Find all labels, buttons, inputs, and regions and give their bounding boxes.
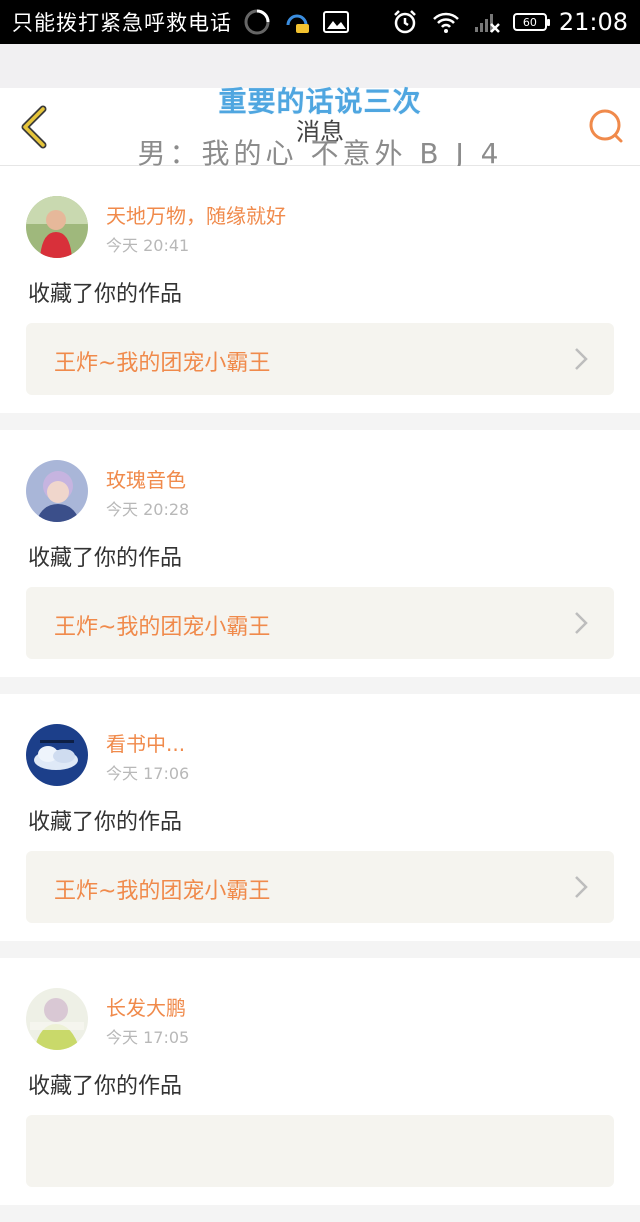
notification-app-icon: [282, 7, 312, 37]
username[interactable]: 玫瑰音色: [106, 464, 186, 493]
status-bar: 只能拨打紧急呼救电话 60 21:08: [0, 0, 640, 44]
work-title: 王炸~我的团宠小霸王: [54, 615, 271, 640]
work-link[interactable]: 王炸~我的团宠小霸王: [26, 323, 614, 395]
alarm-icon: [391, 8, 419, 36]
message-card: 长发大鹏 今天 17:05 收藏了你的作品: [0, 958, 640, 1205]
image-icon: [322, 9, 350, 35]
carrier-text: 只能拨打紧急呼救电话: [12, 11, 232, 35]
action-text: 收藏了你的作品: [28, 1074, 183, 1099]
avatar[interactable]: [26, 460, 88, 522]
timestamp: 今天 17:06: [106, 764, 190, 783]
work-link[interactable]: 王炸~我的团宠小霸王: [26, 851, 614, 923]
clock: 21:08: [558, 8, 628, 36]
message-card: 天地万物，随缘就好 今天 20:41 收藏了你的作品 王炸~我的团宠小霸王: [0, 166, 640, 413]
overlay-caption-line1: 重要的话说三次: [218, 85, 422, 118]
battery-icon: 60: [512, 13, 550, 31]
avatar[interactable]: [26, 988, 88, 1050]
wifi-icon: [431, 10, 461, 34]
avatar[interactable]: [26, 724, 88, 786]
action-text: 收藏了你的作品: [28, 810, 183, 835]
chevron-right-icon: [575, 876, 588, 898]
message-list: 天地万物，随缘就好 今天 20:41 收藏了你的作品 王炸~我的团宠小霸王 玫瑰…: [0, 166, 640, 1222]
chevron-right-icon: [575, 348, 588, 370]
timestamp: 今天 20:28: [106, 500, 190, 519]
action-text: 收藏了你的作品: [28, 546, 183, 571]
action-text: 收藏了你的作品: [28, 282, 183, 307]
username[interactable]: 长发大鹏: [106, 992, 186, 1021]
message-card: 看书中... 今天 17:06 收藏了你的作品 王炸~我的团宠小霸王: [0, 694, 640, 941]
work-title: 王炸~我的团宠小霸王: [54, 879, 271, 904]
loading-spinner-icon: [242, 7, 272, 37]
message-card: 玫瑰音色 今天 20:28 收藏了你的作品 王炸~我的团宠小霸王: [0, 430, 640, 677]
avatar[interactable]: [26, 196, 88, 258]
work-link[interactable]: [26, 1115, 614, 1187]
timestamp: 今天 17:05: [106, 1028, 190, 1047]
username[interactable]: 天地万物，随缘就好: [106, 200, 286, 229]
work-link[interactable]: 王炸~我的团宠小霸王: [26, 587, 614, 659]
username[interactable]: 看书中...: [106, 728, 185, 757]
work-title: 王炸~我的团宠小霸王: [54, 351, 271, 376]
chevron-right-icon: [575, 612, 588, 634]
timestamp: 今天 20:41: [106, 236, 190, 255]
no-signal-icon: [473, 10, 501, 34]
